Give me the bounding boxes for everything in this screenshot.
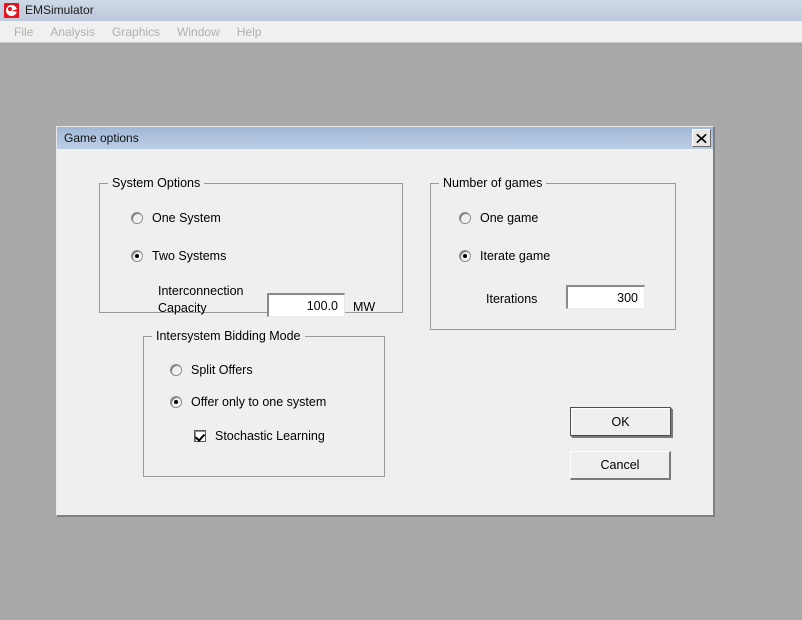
radio-split-offers-indicator	[170, 364, 182, 376]
radio-one-game-label: One game	[480, 211, 539, 225]
menu-item-help[interactable]: Help	[229, 22, 271, 42]
menu-bar: File Analysis Graphics Window Help	[0, 21, 802, 43]
group-number-of-games-legend: Number of games	[439, 176, 547, 190]
group-system-options: System Options One System Two Systems In…	[99, 176, 403, 317]
interconnection-capacity-label-line1: Interconnection	[158, 284, 244, 298]
radio-two-systems-label: Two Systems	[152, 249, 227, 263]
radio-split-offers[interactable]: Split Offers	[170, 363, 253, 377]
iterations-label: Iterations	[486, 292, 538, 306]
menu-item-file[interactable]: File	[6, 22, 42, 42]
app-logo-icon	[4, 3, 19, 18]
dialog-titlebar: Game options	[57, 127, 713, 149]
game-options-dialog: Game options System Options One System T…	[56, 126, 715, 517]
application-window: EMSimulator File Analysis Graphics Windo…	[0, 0, 802, 43]
radio-offer-one-system-indicator	[170, 396, 182, 408]
dialog-title: Game options	[64, 131, 139, 145]
radio-offer-one-system-label: Offer only to one system	[191, 395, 327, 409]
interconnection-capacity-input[interactable]	[267, 293, 345, 317]
menu-item-window[interactable]: Window	[169, 22, 229, 42]
checkbox-stochastic-learning-indicator	[194, 430, 206, 442]
radio-one-system-label: One System	[152, 211, 221, 225]
interconnection-capacity-label-line2: Capacity	[158, 301, 207, 315]
radio-one-system[interactable]: One System	[131, 211, 221, 225]
dialog-body: System Options One System Two Systems In…	[57, 149, 713, 515]
radio-two-systems-indicator	[131, 250, 143, 262]
menu-item-graphics[interactable]: Graphics	[104, 22, 169, 42]
radio-one-game[interactable]: One game	[459, 211, 538, 225]
group-intersystem-bidding-mode: Intersystem Bidding Mode Split Offers Of…	[143, 329, 385, 477]
radio-iterate-game[interactable]: Iterate game	[459, 249, 550, 263]
radio-one-system-indicator	[131, 212, 143, 224]
radio-iterate-game-indicator	[459, 250, 471, 262]
radio-one-game-indicator	[459, 212, 471, 224]
ok-button-label: OK	[611, 414, 630, 429]
close-icon[interactable]	[692, 129, 711, 147]
app-titlebar: EMSimulator	[0, 0, 802, 21]
app-title: EMSimulator	[25, 3, 94, 17]
radio-split-offers-label: Split Offers	[191, 363, 253, 377]
group-number-of-games: Number of games One game Iterate game It…	[430, 176, 676, 330]
group-system-options-legend: System Options	[108, 176, 205, 190]
radio-iterate-game-label: Iterate game	[480, 249, 551, 263]
interconnection-capacity-unit: MW	[353, 300, 376, 314]
iterations-input[interactable]	[566, 285, 645, 309]
cancel-button[interactable]: Cancel	[570, 451, 671, 480]
checkbox-stochastic-learning[interactable]: Stochastic Learning	[194, 429, 325, 443]
cancel-button-label: Cancel	[600, 458, 640, 472]
radio-offer-one-system[interactable]: Offer only to one system	[170, 395, 326, 409]
ok-button[interactable]: OK	[570, 407, 671, 436]
menu-item-analysis[interactable]: Analysis	[42, 22, 104, 42]
group-intersystem-bidding-mode-legend: Intersystem Bidding Mode	[152, 329, 305, 343]
radio-two-systems[interactable]: Two Systems	[131, 249, 226, 263]
checkbox-stochastic-learning-label: Stochastic Learning	[215, 429, 325, 443]
